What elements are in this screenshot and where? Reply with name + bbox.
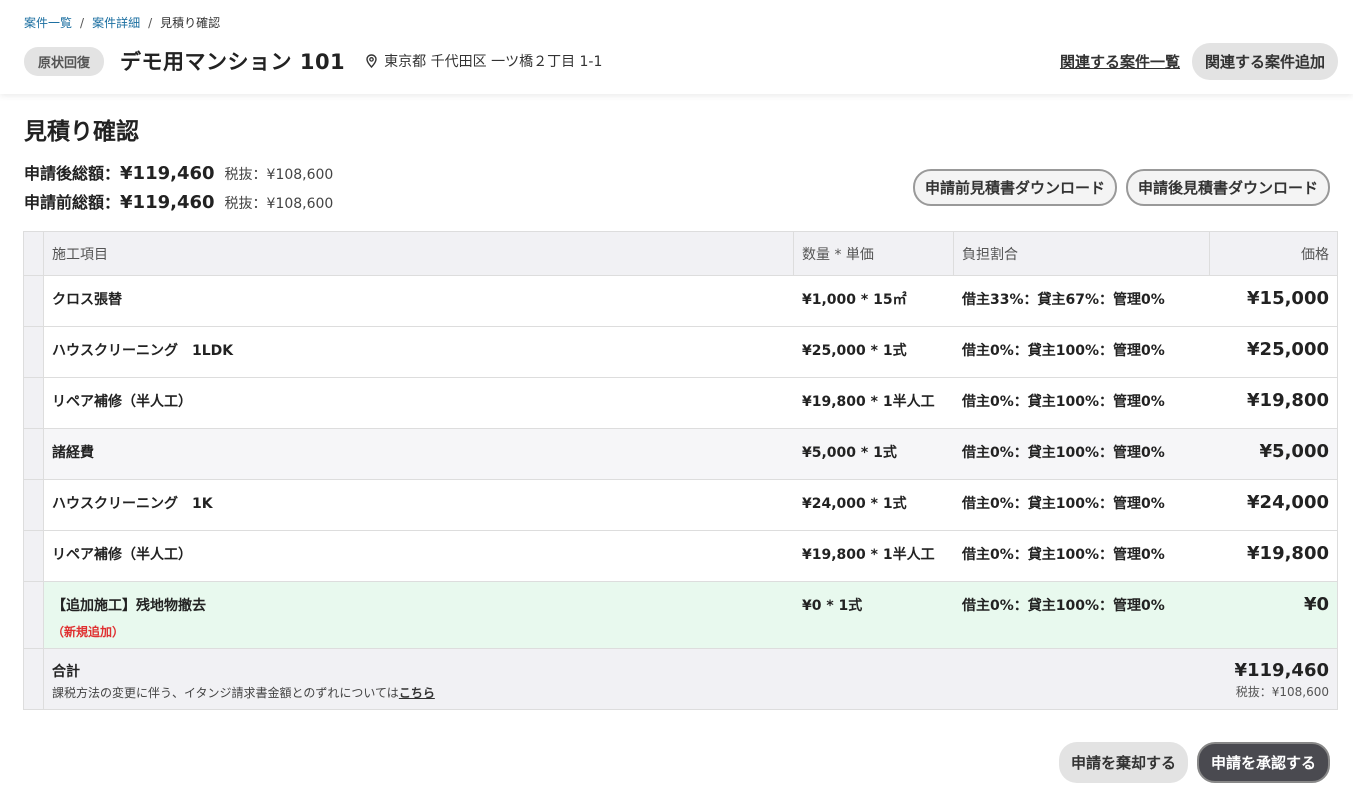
breadcrumb-item-case-list[interactable]: 案件一覧 bbox=[24, 14, 72, 31]
breadcrumb-separator: / bbox=[148, 15, 153, 30]
row-price: ¥0 bbox=[1303, 594, 1329, 615]
property-name: デモ用マンション 101 bbox=[120, 50, 346, 74]
header-qty: 数量 * 単価 bbox=[794, 232, 954, 275]
row-item: 諸経費 bbox=[52, 445, 94, 461]
summary-note: 課税方法の変更に伴う、イタンジ請求書金額とのずれについてはこちら bbox=[52, 684, 1202, 701]
summary-label: 合計 bbox=[52, 664, 80, 680]
table-header-row: 施工項目 数量 * 単価 負担割合 価格 bbox=[24, 232, 1337, 275]
table-row: ハウスクリーニング 1K ¥24,000 * 1式 借主0%：貸主100%：管理… bbox=[24, 479, 1337, 530]
header-ratio: 負担割合 bbox=[954, 232, 1210, 275]
summary-price: ¥119,460 税抜：¥108,600 bbox=[1210, 649, 1337, 709]
row-item: ハウスクリーニング 1K bbox=[52, 496, 213, 512]
row-side-bar bbox=[24, 429, 44, 479]
table-row: 諸経費 ¥5,000 * 1式 借主0%：貸主100%：管理0% ¥5,000 bbox=[24, 428, 1337, 479]
row-side-bar bbox=[24, 276, 44, 326]
row-side-bar bbox=[24, 531, 44, 581]
row-qty: ¥0 * 1式 bbox=[802, 598, 863, 614]
summary-left: 合計 課税方法の変更に伴う、イタンジ請求書金額とのずれについてはこちら bbox=[44, 649, 1210, 709]
before-total-tax: 税抜：¥108,600 bbox=[224, 196, 334, 212]
row-ratio: 借主0%：貸主100%：管理0% bbox=[962, 343, 1165, 359]
breadcrumb-current: 見積り確認 bbox=[160, 16, 221, 30]
row-ratio: 借主0%：貸主100%：管理0% bbox=[962, 598, 1165, 614]
before-total-value: ¥119,460 bbox=[120, 192, 215, 213]
approve-request-button[interactable]: 申請を承認する bbox=[1196, 742, 1330, 783]
after-total-label: 申請後総額： bbox=[24, 164, 121, 183]
row-qty: ¥19,800 * 1半人工 bbox=[802, 547, 935, 563]
footer-actions: 申請を棄却する 申請を承認する bbox=[1058, 742, 1330, 783]
totals-summary: 申請後総額： ¥119,460 税抜：¥108,600 申請前総額： ¥119,… bbox=[24, 160, 333, 218]
row-ratio: 借主0%：貸主100%：管理0% bbox=[962, 496, 1165, 512]
row-ratio: 借主0%：貸主100%：管理0% bbox=[962, 547, 1165, 563]
page-title: 見積り確認 bbox=[24, 119, 139, 145]
summary-total: ¥119,460 bbox=[1234, 660, 1329, 681]
row-side-bar bbox=[24, 232, 44, 275]
row-item: 【追加施工】残地物撤去 （新規追加） bbox=[44, 582, 794, 648]
table-row: クロス張替 ¥1,000 * 15㎡ 借主33%：貸主67%：管理0% ¥15,… bbox=[24, 275, 1337, 326]
row-ratio: 借主0%：貸主100%：管理0% bbox=[962, 394, 1165, 410]
row-item-name: 【追加施工】残地物撤去 bbox=[52, 598, 206, 614]
summary-tax: 税抜：¥108,600 bbox=[1235, 685, 1329, 699]
related-cases-link[interactable]: 関連する案件一覧 bbox=[1060, 51, 1180, 72]
row-item: ハウスクリーニング 1LDK bbox=[52, 343, 234, 359]
before-total-line: 申請前総額： ¥119,460 税抜：¥108,600 bbox=[24, 189, 333, 218]
after-total-value: ¥119,460 bbox=[120, 163, 215, 184]
after-total-tax: 税抜：¥108,600 bbox=[224, 167, 334, 183]
row-price: ¥24,000 bbox=[1247, 492, 1329, 513]
row-side-bar bbox=[24, 582, 44, 648]
download-buttons: 申請前見積書ダウンロード 申請後見積書ダウンロード bbox=[912, 169, 1330, 206]
add-related-case-button[interactable]: 関連する案件追加 bbox=[1191, 43, 1338, 80]
table-row: ハウスクリーニング 1LDK ¥25,000 * 1式 借主0%：貸主100%：… bbox=[24, 326, 1337, 377]
summary-note-text: 課税方法の変更に伴う、イタンジ請求書金額とのずれについては bbox=[52, 686, 399, 700]
property-title-row: 原状回復 デモ用マンション 101 東京都 千代田区 一ツ橋２丁目 1-1 bbox=[24, 46, 602, 76]
table-row: リペア補修（半人工） ¥19,800 * 1半人工 借主0%：貸主100%：管理… bbox=[24, 530, 1337, 581]
row-qty: ¥25,000 * 1式 bbox=[802, 343, 907, 359]
row-price: ¥5,000 bbox=[1259, 441, 1329, 462]
row-price: ¥19,800 bbox=[1247, 543, 1329, 564]
row-side-bar bbox=[24, 649, 44, 709]
row-item: リペア補修（半人工） bbox=[52, 547, 192, 563]
row-qty: ¥1,000 * 15㎡ bbox=[802, 292, 907, 308]
row-qty: ¥5,000 * 1式 bbox=[802, 445, 897, 461]
location-pin-icon bbox=[366, 54, 377, 68]
row-ratio: 借主0%：貸主100%：管理0% bbox=[962, 445, 1165, 461]
breadcrumb-item-case-detail[interactable]: 案件詳細 bbox=[92, 14, 140, 31]
category-badge: 原状回復 bbox=[24, 46, 105, 76]
row-ratio: 借主33%：貸主67%：管理0% bbox=[962, 292, 1165, 308]
header-price: 価格 bbox=[1301, 247, 1329, 263]
row-side-bar bbox=[24, 378, 44, 428]
breadcrumb-separator: / bbox=[80, 15, 85, 30]
address-text: 東京都 千代田区 一ツ橋２丁目 1-1 bbox=[384, 54, 603, 70]
before-total-label: 申請前総額： bbox=[24, 193, 121, 212]
header-actions: 関連する案件一覧 関連する案件追加 bbox=[1060, 43, 1338, 80]
row-price: ¥25,000 bbox=[1247, 339, 1329, 360]
row-price: ¥19,800 bbox=[1247, 390, 1329, 411]
reject-request-button[interactable]: 申請を棄却する bbox=[1058, 742, 1188, 783]
row-item: リペア補修（半人工） bbox=[52, 394, 192, 410]
table-summary-row: 合計 課税方法の変更に伴う、イタンジ請求書金額とのずれについてはこちら ¥119… bbox=[24, 648, 1337, 709]
download-before-estimate-button[interactable]: 申請前見積書ダウンロード bbox=[912, 169, 1117, 206]
property-address: 東京都 千代田区 一ツ橋２丁目 1-1 bbox=[365, 51, 602, 71]
estimate-table: 施工項目 数量 * 単価 負担割合 価格 クロス張替 ¥1,000 * 15㎡ … bbox=[23, 231, 1338, 710]
row-qty: ¥24,000 * 1式 bbox=[802, 496, 907, 512]
table-row-new: 【追加施工】残地物撤去 （新規追加） ¥0 * 1式 借主0%：貸主100%：管… bbox=[24, 581, 1337, 648]
table-row: リペア補修（半人工） ¥19,800 * 1半人工 借主0%：貸主100%：管理… bbox=[24, 377, 1337, 428]
page-header: 案件一覧 / 案件詳細 / 見積り確認 原状回復 デモ用マンション 101 東京… bbox=[0, 0, 1353, 94]
breadcrumb: 案件一覧 / 案件詳細 / 見積り確認 bbox=[24, 14, 220, 31]
header-item: 施工項目 bbox=[44, 232, 794, 275]
row-item: クロス張替 bbox=[52, 292, 122, 308]
row-side-bar bbox=[24, 480, 44, 530]
row-qty: ¥19,800 * 1半人工 bbox=[802, 394, 935, 410]
download-after-estimate-button[interactable]: 申請後見積書ダウンロード bbox=[1125, 169, 1330, 206]
summary-note-link[interactable]: こちら bbox=[399, 686, 435, 700]
row-price: ¥15,000 bbox=[1247, 288, 1329, 309]
after-total-line: 申請後総額： ¥119,460 税抜：¥108,600 bbox=[24, 160, 333, 189]
new-addition-tag: （新規追加） bbox=[52, 625, 125, 639]
row-side-bar bbox=[24, 327, 44, 377]
